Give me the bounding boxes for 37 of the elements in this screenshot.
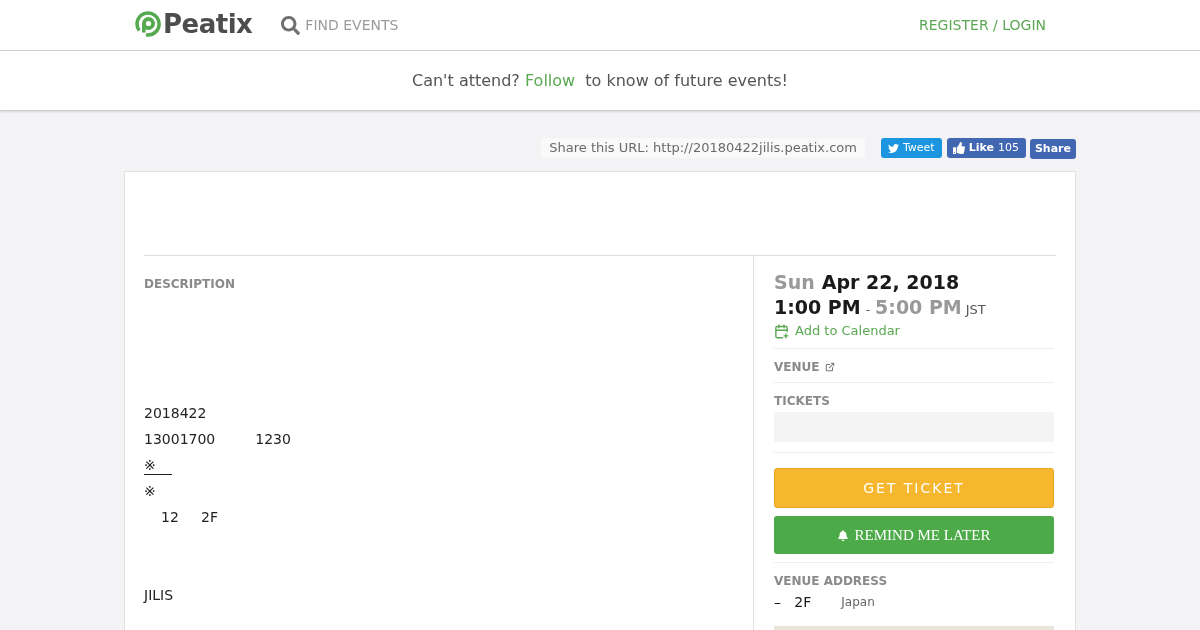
follow-prompt: Can't attend? Follow to know of future events! [412, 69, 788, 92]
search-field[interactable]: FIND EVENTS [305, 10, 456, 40]
logo-text[interactable]: Peatix [163, 8, 253, 39]
calendar-plus-icon [774, 323, 789, 339]
description-heading: DESCRIPTION [144, 276, 235, 293]
description-text: 13001700 1230 [144, 430, 291, 448]
bird-icon [887, 142, 899, 154]
bell-icon [837, 529, 848, 541]
thumbs-up-icon [952, 142, 965, 154]
country-text: Japan [841, 594, 875, 611]
venue-address-heading: VENUE ADDRESS [774, 573, 888, 590]
description-text: 2018422 [144, 404, 207, 422]
get-ticket-button[interactable]: GET TICKET [774, 468, 1054, 508]
description-text: 12 2F [160, 508, 219, 526]
tweet-button[interactable]: Tweet [880, 138, 942, 158]
weekday-text: Sun [774, 270, 815, 294]
date-text: Apr 22, 2018 [821, 270, 960, 294]
description-text: ※ [144, 455, 172, 475]
remind-me-later-button[interactable]: REMIND ME LATER [774, 516, 1054, 554]
register-login-link[interactable]: REGISTER / LOGIN [919, 15, 1046, 36]
description-text: JILIS [144, 586, 174, 604]
tickets-heading: TICKETS [774, 393, 830, 410]
end-time-text: 5:00 PM [875, 295, 962, 319]
description-text: ※ [144, 482, 156, 500]
share-url-text: Share this URL: http://20180422jilis.peatix.com [541, 138, 865, 158]
share-button[interactable]: Share [1029, 139, 1076, 159]
logo-icon[interactable] [135, 10, 161, 37]
like-button[interactable]: Like 105 [946, 138, 1026, 158]
add-to-calendar-link[interactable]: Add to Calendar [795, 322, 900, 340]
search-icon [281, 15, 301, 35]
external-link-icon[interactable] [825, 362, 836, 372]
time-separator: - [865, 302, 871, 319]
timezone-text: JST [965, 301, 986, 319]
follow-link[interactable]: Follow [524, 70, 576, 90]
address-text: – 2F [774, 592, 812, 612]
start-time-text: 1:00 PM [774, 295, 861, 319]
venue-heading: VENUE [774, 359, 820, 376]
